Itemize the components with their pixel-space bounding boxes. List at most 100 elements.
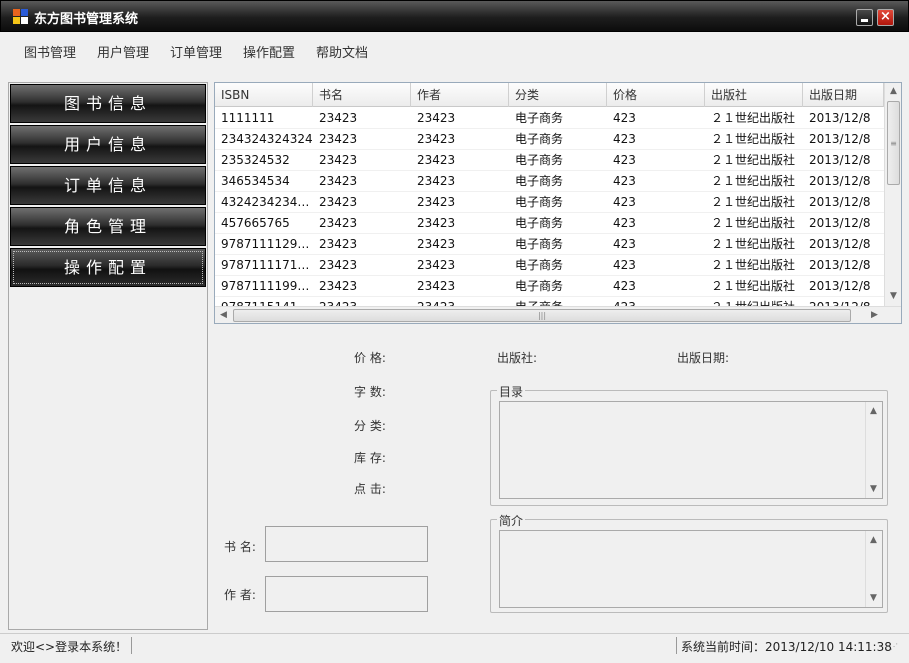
author-input[interactable] [265,576,428,612]
scroll-right-arrow-icon[interactable]: ▶ [867,308,882,323]
cell-price[interactable]: 423 [607,108,705,129]
cell-author[interactable]: 23423 [411,108,509,129]
column-header-author[interactable]: 作者 [411,83,509,107]
toc-scroll-up-icon[interactable]: ▲ [866,404,881,419]
cell-category[interactable]: 电子商务 [509,171,607,192]
cell-isbn[interactable]: 43242342343... [215,192,313,213]
cell-title[interactable]: 23423 [313,129,411,150]
cell-title[interactable]: 23423 [313,171,411,192]
intro-scroll-up-icon[interactable]: ▲ [866,533,881,548]
table-row[interactable]: 457665765 23423 23423 电子商务 423 ２１世纪出版社 2013/12… [215,213,884,234]
cell-pubdate[interactable]: 2013/12/8 [803,276,884,297]
column-header-pubdate[interactable]: 出版日期 [803,83,884,107]
cell-price[interactable]: 423 [607,276,705,297]
column-header-isbn[interactable]: ISBN [215,83,313,107]
menu-help-docs[interactable]: 帮助文档 [316,42,368,61]
cell-author[interactable]: 23423 [411,255,509,276]
cell-title[interactable]: 23423 [313,192,411,213]
cell-author[interactable]: 23423 [411,234,509,255]
cell-publisher[interactable]: ２１世纪出版社 [705,234,803,255]
cell-pubdate[interactable]: 2013/12/8 [803,213,884,234]
grid-horizontal-scrollbar[interactable]: ◀ ||| ▶ [215,306,901,323]
column-header-publisher[interactable]: 出版社 [705,83,803,107]
cell-price[interactable]: 423 [607,150,705,171]
cell-price[interactable]: 423 [607,234,705,255]
cell-title[interactable]: 23423 [313,213,411,234]
cell-isbn[interactable]: 97871111711... [215,255,313,276]
cell-category[interactable]: 电子商务 [509,234,607,255]
toc-textarea[interactable]: ▲ ▼ [499,401,883,499]
cell-isbn[interactable]: 1111111 [215,108,313,129]
book-data-grid[interactable]: ISBN 书名 作者 分类 价格 出版社 出版日期 1111111 23423 23… [214,82,902,324]
grid-vertical-scrollbar[interactable]: ▲ ≡ ▼ [884,83,901,306]
minimize-button[interactable] [856,9,873,26]
cell-pubdate[interactable]: 2013/12/8 [803,192,884,213]
cell-isbn[interactable]: 97871111294... [215,234,313,255]
cell-title[interactable]: 23423 [313,276,411,297]
cell-publisher[interactable]: ２１世纪出版社 [705,192,803,213]
cell-isbn[interactable]: 234324324324 [215,129,313,150]
cell-pubdate[interactable]: 2013/12/8 [803,234,884,255]
table-row[interactable]: 1111111 23423 23423 电子商务 423 ２１世纪出版社 2013/12/8 [215,108,884,129]
menu-operation-config[interactable]: 操作配置 [243,42,295,61]
intro-textarea[interactable]: ▲ ▼ [499,530,883,608]
cell-isbn[interactable]: 346534534 [215,171,313,192]
cell-title[interactable]: 23423 [313,150,411,171]
cell-pubdate[interactable]: 2013/12/8 [803,150,884,171]
cell-pubdate[interactable]: 2013/12/8 [803,129,884,150]
cell-category[interactable]: 电子商务 [509,129,607,150]
toc-scroll-down-icon[interactable]: ▼ [866,482,881,497]
close-button[interactable]: × [877,9,894,26]
menu-order-management[interactable]: 订单管理 [170,42,222,61]
cell-isbn[interactable]: 97871111994... [215,276,313,297]
cell-author[interactable]: 23423 [411,192,509,213]
cell-publisher[interactable]: ２１世纪出版社 [705,276,803,297]
table-row[interactable]: 97871111711... 23423 23423 电子商务 423 ２１世纪出版社 20… [215,255,884,276]
cell-publisher[interactable]: ２１世纪出版社 [705,108,803,129]
cell-isbn[interactable]: 457665765 [215,213,313,234]
sidebar-item-book-info[interactable]: 图书信息 [10,84,206,123]
table-row[interactable]: 43242342343... 23423 23423 电子商务 423 ２１世纪出版社 20… [215,192,884,213]
table-row[interactable]: 346534534 23423 23423 电子商务 423 ２１世纪出版社 2013/12… [215,171,884,192]
table-row[interactable]: 97871111994... 23423 23423 电子商务 423 ２１世纪出版社 20… [215,276,884,297]
cell-category[interactable]: 电子商务 [509,192,607,213]
vertical-scroll-thumb[interactable]: ≡ [887,101,900,185]
cell-publisher[interactable]: ２１世纪出版社 [705,150,803,171]
cell-publisher[interactable]: ２１世纪出版社 [705,255,803,276]
menu-book-management[interactable]: 图书管理 [24,42,76,61]
cell-title[interactable]: 23423 [313,108,411,129]
cell-author[interactable]: 23423 [411,276,509,297]
cell-author[interactable]: 23423 [411,150,509,171]
toc-scrollbar[interactable]: ▲ ▼ [865,402,882,498]
cell-category[interactable]: 电子商务 [509,213,607,234]
cell-publisher[interactable]: ２１世纪出版社 [705,129,803,150]
sidebar-item-role-management[interactable]: 角色管理 [10,207,206,246]
cell-author[interactable]: 23423 [411,129,509,150]
cell-pubdate[interactable]: 2013/12/8 [803,171,884,192]
table-row[interactable]: 235324532 23423 23423 电子商务 423 ２１世纪出版社 2013/12… [215,150,884,171]
sidebar-item-operation-config[interactable]: 操作配置 [10,248,206,287]
cell-category[interactable]: 电子商务 [509,276,607,297]
cell-publisher[interactable]: ２１世纪出版社 [705,171,803,192]
intro-scroll-down-icon[interactable]: ▼ [866,591,881,606]
cell-price[interactable]: 423 [607,129,705,150]
scroll-down-arrow-icon[interactable]: ▼ [886,289,901,304]
cell-isbn[interactable]: 235324532 [215,150,313,171]
resize-grip-icon[interactable]: ⋰ [890,642,904,656]
cell-pubdate[interactable]: 2013/12/8 [803,108,884,129]
cell-price[interactable]: 423 [607,255,705,276]
cell-category[interactable]: 电子商务 [509,255,607,276]
horizontal-scroll-thumb[interactable]: ||| [233,309,851,322]
scroll-up-arrow-icon[interactable]: ▲ [886,84,901,99]
sidebar-item-user-info[interactable]: 用户信息 [10,125,206,164]
cell-title[interactable]: 23423 [313,234,411,255]
scroll-left-arrow-icon[interactable]: ◀ [216,308,231,323]
column-header-price[interactable]: 价格 [607,83,705,107]
cell-publisher[interactable]: ２１世纪出版社 [705,213,803,234]
column-header-title[interactable]: 书名 [313,83,411,107]
column-header-category[interactable]: 分类 [509,83,607,107]
cell-pubdate[interactable]: 2013/12/8 [803,255,884,276]
cell-author[interactable]: 23423 [411,171,509,192]
cell-price[interactable]: 423 [607,213,705,234]
cell-author[interactable]: 23423 [411,213,509,234]
